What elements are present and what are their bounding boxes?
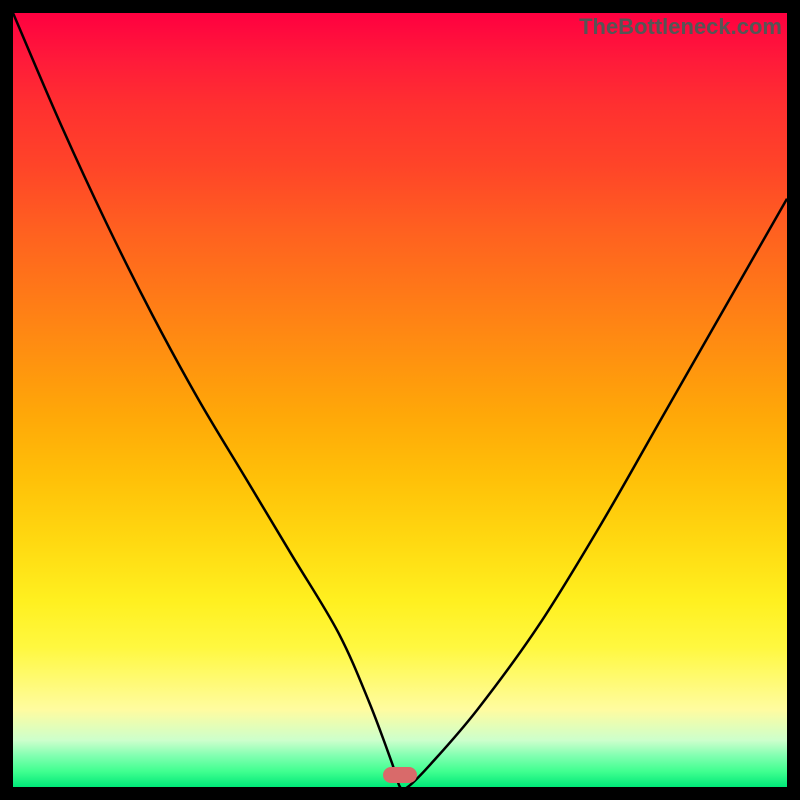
optimum-marker xyxy=(383,767,417,783)
watermark-text: TheBottleneck.com xyxy=(579,14,782,40)
chart-container: TheBottleneck.com xyxy=(0,0,800,800)
bottleneck-curve xyxy=(13,13,787,787)
